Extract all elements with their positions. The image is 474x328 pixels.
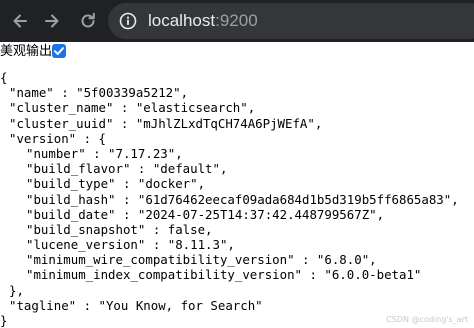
json-cluster-uuid: "cluster_uuid" : "mJhlZLxdTqCH74A6PjWEfA… (0, 116, 474, 131)
reload-button[interactable] (78, 11, 98, 31)
json-version-number: "number" : "7.17.23", (0, 146, 474, 161)
json-tagline: "tagline" : "You Know, for Search" (0, 298, 474, 313)
prettyprint-bar: 美观输出 (0, 42, 474, 62)
arrow-right-icon (42, 11, 62, 31)
url-text[interactable]: localhost:9200 (148, 9, 258, 33)
prettyprint-label: 美观输出 (0, 43, 52, 61)
json-lucene-version: "lucene_version" : "8.11.3", (0, 237, 474, 252)
reload-icon (78, 11, 98, 31)
json-build-hash: "build_hash" : "61d76462eecaf09ada684d1b… (0, 192, 474, 207)
browser-toolbar: localhost:9200 (0, 0, 474, 42)
prettyprint-checkbox[interactable] (52, 44, 66, 58)
json-min-wire-version: "minimum_wire_compatibility_version" : "… (0, 252, 474, 267)
json-build-flavor: "build_flavor" : "default", (0, 161, 474, 176)
json-open-brace: { (0, 70, 474, 85)
forward-button[interactable] (42, 11, 62, 31)
json-version-open: "version" : { (0, 131, 474, 146)
json-build-date: "build_date" : "2024-07-25T14:37:42.4487… (0, 207, 474, 222)
site-info-icon[interactable] (119, 12, 137, 30)
watermark: CSDN @coding's_art (386, 315, 468, 324)
url-port: :9200 (215, 11, 258, 30)
json-version-close: }, (0, 283, 474, 298)
checkmark-icon (52, 44, 66, 58)
json-build-snapshot: "build_snapshot" : false, (0, 222, 474, 237)
json-cluster-name: "cluster_name" : "elasticsearch", (0, 100, 474, 115)
url-host: localhost (148, 11, 215, 30)
arrow-left-icon (10, 11, 30, 31)
back-button[interactable] (10, 11, 30, 31)
json-name: "name" : "5f00339a5212", (0, 85, 474, 100)
json-response: { "name" : "5f00339a5212", "cluster_name… (0, 70, 474, 328)
json-min-index-version: "minimum_index_compatibility_version" : … (0, 267, 474, 282)
json-build-type: "build_type" : "docker", (0, 176, 474, 191)
address-bar[interactable]: localhost:9200 (108, 3, 474, 39)
